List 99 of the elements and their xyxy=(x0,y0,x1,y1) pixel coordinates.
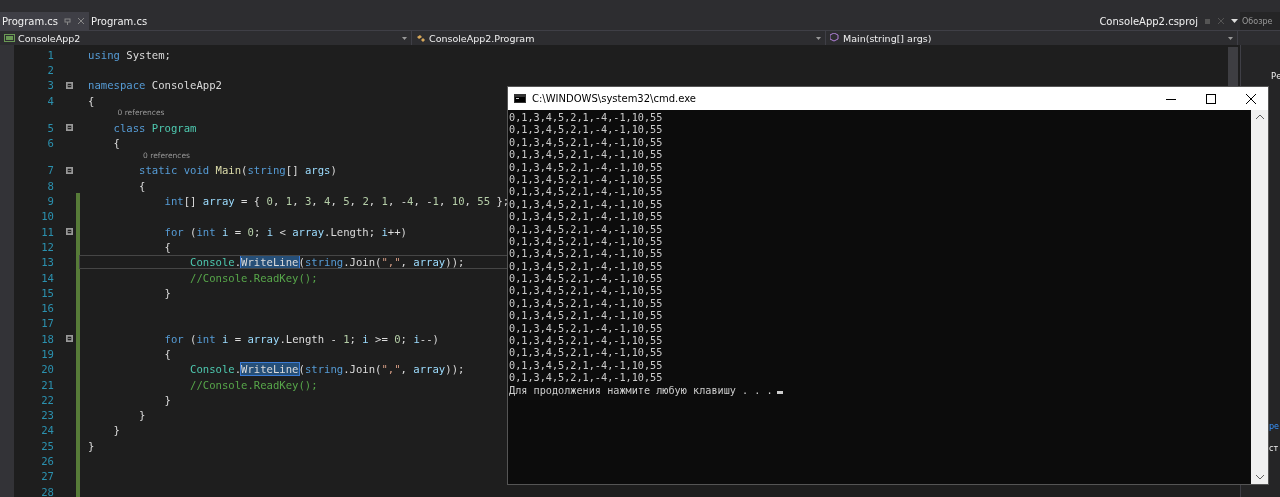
code-line: { xyxy=(138,179,146,192)
code-line: for (int i = 0; i < array.Length; i++) xyxy=(163,225,407,238)
console-output-line: 0,1,3,4,5,2,1,-4,-1,10,55 xyxy=(509,124,664,137)
code-line: //Console.ReadKey(); xyxy=(189,271,318,284)
code-line: static void Main(string[] args) xyxy=(138,164,337,177)
console-output-line: 0,1,3,4,5,2,1,-4,-1,10,55 xyxy=(509,285,664,298)
console-output-line: 0,1,3,4,5,2,1,-4,-1,10,55 xyxy=(509,112,664,125)
scroll-up-icon[interactable] xyxy=(1255,114,1264,119)
file-tab[interactable]: Program.cs xyxy=(89,12,152,30)
line-number: 5 xyxy=(46,121,55,134)
collapse-icon[interactable] xyxy=(65,228,73,236)
panel-text: ре xyxy=(1268,422,1280,433)
line-number: 16 xyxy=(40,302,55,315)
code-line: } xyxy=(138,409,146,422)
line-number: 14 xyxy=(40,271,55,284)
line-number: 2 xyxy=(46,63,55,76)
code-line: //Console.ReadKey(); xyxy=(189,378,318,391)
console-output-line: 0,1,3,4,5,2,1,-4,-1,10,55 xyxy=(509,173,664,187)
line-number: 15 xyxy=(40,286,55,299)
console-output-line: 0,1,3,4,5,2,1,-4,-1,10,55 xyxy=(509,149,664,162)
maximize-icon xyxy=(1206,93,1216,104)
line-number: 12 xyxy=(40,240,55,253)
close-icon[interactable] xyxy=(77,17,86,25)
csharp-project-icon xyxy=(4,34,15,42)
console-icon xyxy=(514,94,526,103)
console-output-line: 0,1,3,4,5,2,1,-4,-1,10,55 xyxy=(509,260,664,274)
scrollbar[interactable] xyxy=(1251,110,1268,484)
console-output-line: 0,1,3,4,5,2,1,-4,-1,10,55 xyxy=(509,235,664,249)
code-line: } xyxy=(112,424,120,437)
console-output-line: 0,1,3,4,5,2,1,-4,-1,10,55 xyxy=(509,198,664,212)
scroll-down-icon[interactable] xyxy=(1255,475,1264,480)
window-title: C:\WINDOWS\system32\cmd.exe xyxy=(532,93,697,104)
line-number: 21 xyxy=(40,378,55,391)
code-line: { xyxy=(87,94,95,107)
console-output-line: 0,1,3,4,5,2,1,-4,-1,10,55 xyxy=(509,297,664,311)
code-line: int[] array = { 0, 1, 3, 4, 5, 2, 1, -4, -1, 10, 55 }; xyxy=(163,195,510,207)
dropdown-icon[interactable] xyxy=(1231,18,1238,24)
caret-icon xyxy=(816,36,821,40)
line-number: 17 xyxy=(40,317,55,330)
code-line: Console.WriteLine(string.Join(",", array)); xyxy=(189,363,465,376)
method-icon xyxy=(830,33,840,43)
console-prompt: Для продолжения нажмите любую клавишу . . . xyxy=(509,384,773,396)
line-number: 7 xyxy=(46,164,55,177)
scrollbar[interactable] xyxy=(1228,47,1238,87)
line-number: 22 xyxy=(40,393,55,406)
code-line: for (int i = array.Length - 1; i >= 0; i--) xyxy=(163,332,439,345)
code-line: } xyxy=(163,393,171,406)
panel-text: ст xyxy=(1268,444,1280,455)
console-output-line: 0,1,3,4,5,2,1,-4,-1,10,55 xyxy=(509,359,664,373)
caret-icon xyxy=(1228,36,1233,40)
code-line: { xyxy=(163,348,171,360)
panel-title: Обозре xyxy=(1240,12,1280,30)
code-line: using System; xyxy=(87,48,171,61)
line-number: 18 xyxy=(40,332,55,345)
line-number: 11 xyxy=(40,225,55,238)
code-line: { xyxy=(163,240,171,253)
code-line: { xyxy=(112,137,120,150)
console-output-line: 0,1,3,4,5,2,1,-4,-1,10,55 xyxy=(509,322,664,336)
line-number: 25 xyxy=(40,439,55,452)
console-output-line: 0,1,3,4,5,2,1,-4,-1,10,55 xyxy=(509,248,664,261)
text-cursor xyxy=(776,390,783,394)
line-number: 23 xyxy=(40,409,55,422)
line-number: 3 xyxy=(46,79,55,92)
console-output-line: 0,1,3,4,5,2,1,-4,-1,10,55 xyxy=(509,161,664,174)
line-number: 24 xyxy=(40,424,55,437)
project-tab[interactable]: ConsoleApp2.csproj xyxy=(1093,12,1204,30)
console-output-line: 0,1,3,4,5,2,1,-4,-1,10,55 xyxy=(509,211,664,224)
close-icon xyxy=(1246,93,1256,104)
collapse-icon[interactable] xyxy=(65,335,73,343)
line-number: 20 xyxy=(40,363,55,376)
collapse-icon[interactable] xyxy=(65,166,73,174)
console-output-line: 0,1,3,4,5,2,1,-4,-1,10,55 xyxy=(509,335,664,348)
line-number: 8 xyxy=(46,179,55,192)
code-line: namespace ConsoleApp2 xyxy=(87,79,222,92)
file-tab[interactable]: Program.cs xyxy=(0,12,90,30)
line-number: 9 xyxy=(46,195,55,207)
line-number: 19 xyxy=(40,348,55,360)
line-number: 13 xyxy=(40,256,55,269)
collapse-icon[interactable] xyxy=(65,81,73,89)
line-number: 10 xyxy=(40,210,55,223)
line-number: 28 xyxy=(40,485,55,497)
console-output-line: 0,1,3,4,5,2,1,-4,-1,10,55 xyxy=(509,310,664,323)
class-icon xyxy=(416,33,426,43)
line-number: 27 xyxy=(40,470,55,483)
console-output-line: 0,1,3,4,5,2,1,-4,-1,10,55 xyxy=(509,347,664,360)
console-output-line: 0,1,3,4,5,2,1,-4,-1,10,55 xyxy=(509,372,664,385)
console-output-line: 0,1,3,4,5,2,1,-4,-1,10,55 xyxy=(509,223,664,236)
line-number: 26 xyxy=(40,455,55,468)
collapse-icon[interactable] xyxy=(65,124,73,132)
line-number: 4 xyxy=(46,94,55,107)
console-output-line: 0,1,3,4,5,2,1,-4,-1,10,55 xyxy=(509,273,664,286)
line-number: 6 xyxy=(46,137,55,150)
console-output-line: 0,1,3,4,5,2,1,-4,-1,10,55 xyxy=(509,186,664,198)
caret-icon xyxy=(402,36,407,40)
code-line: } xyxy=(87,439,95,452)
line-number: 1 xyxy=(46,48,55,61)
console-output-line: 0,1,3,4,5,2,1,-4,-1,10,55 xyxy=(509,136,664,150)
code-line: class Program xyxy=(112,121,197,134)
code-line: } xyxy=(163,286,171,299)
